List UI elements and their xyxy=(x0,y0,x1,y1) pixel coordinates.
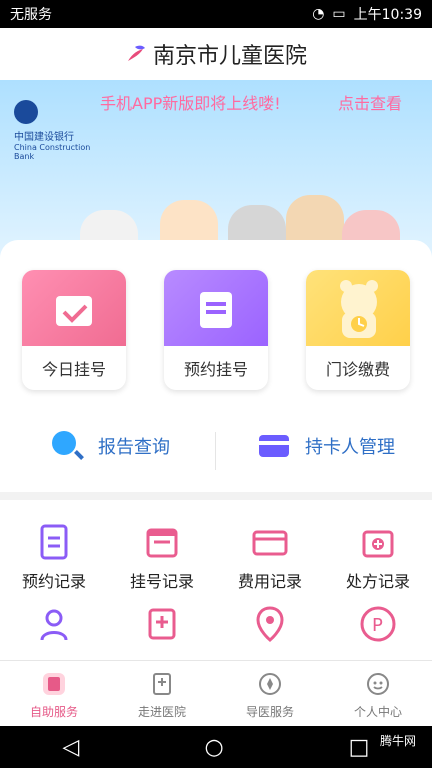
android-nav-bar: ◁ ○ □ xyxy=(0,726,432,768)
status-bar: 无服务 ◔ ▭ 上午10:39 xyxy=(0,0,432,28)
bear-clock-icon xyxy=(340,280,378,338)
tab-guide-service[interactable]: 导医服务 xyxy=(216,661,324,727)
hospital-icon xyxy=(142,604,182,644)
grid-item-prescription-records[interactable]: 处方记录 xyxy=(324,510,432,592)
banner-view-more-link[interactable]: 点击查看 xyxy=(338,90,402,114)
person-icon xyxy=(34,604,74,644)
appointment-records-label: 预约记录 xyxy=(21,572,86,591)
back-button[interactable]: ◁ xyxy=(63,735,80,760)
fee-records-label: 费用记录 xyxy=(237,572,302,591)
grid-item-register-records[interactable]: 挂号记录 xyxy=(108,510,216,592)
tab-self-service-label: 自助服务 xyxy=(29,704,78,719)
parking-icon: P xyxy=(358,604,398,644)
location-icon xyxy=(250,604,290,644)
search-icon xyxy=(52,431,84,460)
tab-guide-service-label: 导医服务 xyxy=(245,704,294,719)
services-row: 报告查询 持卡人管理 xyxy=(0,400,432,492)
document-icon xyxy=(34,522,74,562)
appointment-art xyxy=(164,270,268,346)
user-face-icon xyxy=(367,672,389,695)
grid-item-appointment-records[interactable]: 预约记录 xyxy=(0,510,108,592)
recent-apps-button[interactable]: □ xyxy=(349,735,370,760)
hospital-info-icon xyxy=(153,672,171,695)
banner-announcement: 手机APP新版即将上线喽! xyxy=(100,94,281,113)
services-divider xyxy=(215,432,216,470)
compass-icon xyxy=(259,672,281,695)
quick-action-appointment[interactable]: 预约挂号 xyxy=(164,270,268,390)
register-records-label: 挂号记录 xyxy=(129,572,194,591)
home-button[interactable]: ○ xyxy=(204,735,223,760)
records-grid: 预约记录 挂号记录 费用记录 处方记录 P xyxy=(0,500,432,660)
grid-item-fee-records[interactable]: 费用记录 xyxy=(216,510,324,592)
medicine-box-icon xyxy=(358,522,398,562)
bank-name-en: China Construction Bank xyxy=(14,143,91,161)
svg-text:P: P xyxy=(372,615,383,636)
card-icon xyxy=(259,435,289,457)
tab-hospital-info[interactable]: 走进医院 xyxy=(108,661,216,727)
watermark-label: 腾牛网 xyxy=(379,734,416,748)
report-query-label: 报告查询 xyxy=(98,437,170,458)
prescription-records-label: 处方记录 xyxy=(345,572,410,591)
battery-icon: ▭ xyxy=(332,6,346,22)
carrier-label: 无服务 xyxy=(10,7,52,23)
tab-personal-center[interactable]: 个人中心 xyxy=(324,661,432,727)
outpatient-payment-label: 门诊缴费 xyxy=(325,360,390,379)
calendar-check-icon xyxy=(56,296,92,326)
app-header: 南京市儿童医院 xyxy=(0,28,432,81)
today-register-art xyxy=(22,270,126,346)
quick-action-outpatient-payment[interactable]: 门诊缴费 xyxy=(306,270,410,390)
tab-personal-center-label: 个人中心 xyxy=(353,704,402,719)
wifi-icon: ◔ xyxy=(312,6,325,22)
tab-hospital-info-label: 走进医院 xyxy=(137,704,186,719)
appointment-label: 预约挂号 xyxy=(183,360,248,379)
card-icon xyxy=(250,522,290,562)
time-label: 上午10:39 xyxy=(353,7,422,23)
today-register-label: 今日挂号 xyxy=(41,360,106,379)
page-title: 南京市儿童医院 xyxy=(152,44,307,69)
service-report-query[interactable]: 报告查询 xyxy=(0,425,216,467)
quick-action-today-register[interactable]: 今日挂号 xyxy=(22,270,126,390)
cardholder-management-label: 持卡人管理 xyxy=(305,437,395,458)
outpatient-payment-art xyxy=(306,270,410,346)
tab-self-service[interactable]: 自助服务 xyxy=(0,661,108,727)
bank-name: 中国建设银行 xyxy=(14,132,74,143)
bottom-tabbar: 自助服务 走进医院 导医服务 个人中心 xyxy=(0,660,432,727)
document-icon xyxy=(200,292,232,328)
self-service-icon xyxy=(43,672,65,695)
service-cardholder-management[interactable]: 持卡人管理 xyxy=(216,425,432,467)
calendar-icon xyxy=(142,522,182,562)
hospital-logo-icon xyxy=(127,45,145,61)
bank-logo: 中国建设银行 China Construction Bank xyxy=(14,100,94,161)
